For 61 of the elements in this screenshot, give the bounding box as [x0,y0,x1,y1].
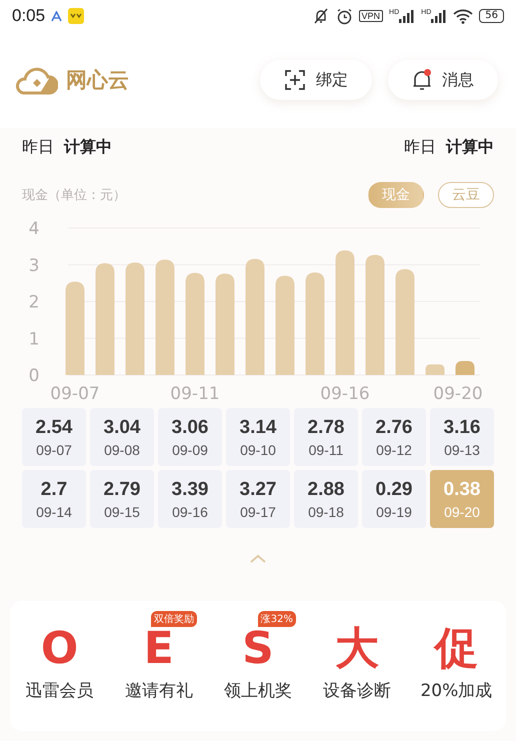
cloud-logo-icon [16,65,58,95]
shortcut-button[interactable]: S 涨32% 领上机奖 [222,609,294,702]
battery-indicator: 56 [479,9,504,23]
bell-icon [412,69,432,91]
bar [426,364,444,375]
y-axis-label: 2 [28,292,40,312]
shortcut-label: 领上机奖 [224,680,292,702]
daily-earning-cell[interactable]: 2.78 09-11 [294,408,358,466]
daily-earning-cell[interactable]: 2.88 09-18 [294,470,358,528]
summary-value: 计算中 [446,136,494,158]
daily-earning-cell[interactable]: 3.14 09-10 [226,408,290,466]
daily-earning-cell[interactable]: 3.27 09-17 [226,470,290,528]
wifi-icon [453,8,474,24]
shortcut-glyph: 促 [434,623,478,675]
y-axis-label: 0 [28,366,40,386]
collapse-chevron-icon[interactable] [249,554,267,564]
daily-earning-cell[interactable]: 3.16 09-13 [430,408,494,466]
shortcut-glyph: 大 [335,623,380,675]
shortcut-label: 设备诊断 [323,680,392,702]
scan-icon [284,69,306,91]
signal-icon [399,9,416,23]
daily-earning-cell[interactable]: 2.7 09-14 [22,470,86,528]
app-icon [68,8,84,24]
summary-label: 昨日 [22,136,54,158]
shortcut-button[interactable]: O 迅雷会员 [24,609,96,702]
promo-badge: 双倍奖励 [150,611,197,627]
app-icon [51,10,62,22]
bind-button[interactable]: 绑定 [260,60,372,100]
shortcut-label: 迅雷会员 [26,680,94,702]
promo-badge: 涨32% [258,611,296,627]
daily-earning-cell[interactable]: 0.29 09-19 [362,470,426,528]
shortcut-label: 邀请有礼 [124,680,193,702]
y-axis-label: 4 [28,219,40,239]
y-axis-label: 3 [28,256,40,276]
y-axis-label: 1 [28,329,40,350]
x-axis-label: 09-11 [170,384,220,400]
vpn-indicator: VPN [358,10,384,22]
daily-earning-cell[interactable]: 2.79 09-15 [90,470,154,528]
daily-earning-cell[interactable]: 3.04 09-08 [90,408,154,466]
signal-icon [431,9,448,23]
shortcut-label: 20%加成 [420,680,492,702]
shortcut-button[interactable]: E 双倍奖励 邀请有礼 [122,609,195,702]
summary-value: 计算中 [64,136,112,158]
mute-icon [312,8,330,24]
status-time: 0:05 [12,6,46,26]
x-axis-label: 09-20 [433,384,483,400]
alarm-icon [336,8,352,24]
daily-earning-cell[interactable]: 2.54 09-07 [22,408,86,466]
x-axis-label: 09-07 [50,384,100,400]
brand-name: 网心云 [66,67,129,94]
messages-button[interactable]: 消息 [388,60,498,100]
x-axis-label: 09-16 [320,384,370,400]
summary-label: 昨日 [404,136,436,158]
daily-earning-cell[interactable]: 2.76 09-12 [362,408,426,466]
chart-title: 现金（单位：元） [22,187,126,204]
daily-earning-cell[interactable]: 3.39 09-16 [158,470,222,528]
shortcut-button[interactable]: 促 20%加成 [420,609,492,702]
bar [456,361,474,375]
daily-earning-cell[interactable]: 3.06 09-09 [158,408,222,466]
shortcut-button[interactable]: 大 设备诊断 [321,609,394,702]
shortcut-glyph: O [40,623,78,675]
